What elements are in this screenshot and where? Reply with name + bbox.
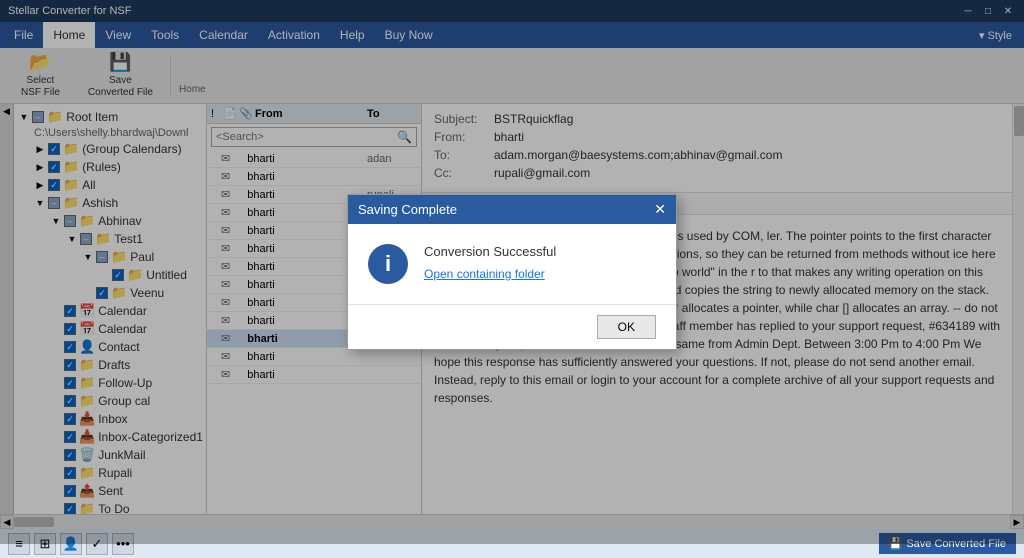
- modal-ok-button[interactable]: OK: [597, 315, 656, 339]
- modal-close-button[interactable]: ✕: [654, 201, 666, 218]
- modal-overlay: Saving Complete ✕ i Conversion Successfu…: [0, 0, 1024, 544]
- saving-complete-dialog: Saving Complete ✕ i Conversion Successfu…: [347, 194, 677, 350]
- modal-title: Saving Complete: [358, 202, 457, 217]
- modal-success-text: Conversion Successful: [424, 244, 656, 259]
- modal-title-bar: Saving Complete ✕: [348, 195, 676, 224]
- modal-body: i Conversion Successful Open containing …: [348, 224, 676, 304]
- open-folder-link[interactable]: Open containing folder: [424, 267, 656, 281]
- modal-info-icon: i: [368, 244, 408, 284]
- modal-content: Conversion Successful Open containing fo…: [424, 244, 656, 281]
- modal-footer: OK: [348, 304, 676, 349]
